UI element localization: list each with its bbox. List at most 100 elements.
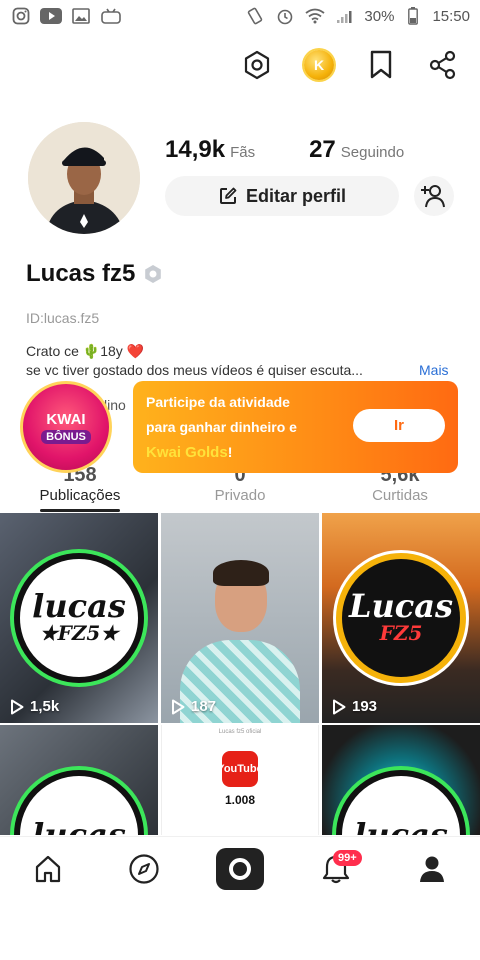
- video-thumbnail[interactable]: lucas ★FZ5★ 1,5k: [0, 513, 158, 723]
- promo-line-1: Participe da atividade: [146, 394, 290, 410]
- user-icon: [420, 856, 444, 882]
- video-thumbnail[interactable]: lucas: [322, 725, 480, 835]
- promo-go-button[interactable]: Ir: [353, 409, 445, 442]
- channel-logo: lucas ★FZ5★: [14, 553, 144, 683]
- share-icon: [429, 50, 456, 80]
- edit-profile-button[interactable]: Editar perfil: [165, 176, 399, 216]
- kwai-badge-title: KWAI: [46, 410, 86, 428]
- kwai-badge-sub: BÔNUS: [41, 429, 91, 444]
- nav-home[interactable]: [23, 844, 73, 894]
- gold-coin-icon: K: [304, 50, 334, 80]
- profile-tabs: 158 Publicações 0 Privado 5,6k Curtidas: [0, 464, 480, 512]
- camera-icon: [229, 857, 251, 880]
- alarm-icon: [274, 7, 296, 25]
- profile-stats: 14,9k Fãs 27 Seguindo: [165, 136, 404, 164]
- channel-logo: lucas: [336, 770, 466, 835]
- fans-label: Fãs: [230, 144, 256, 161]
- logo-top: Lucas: [349, 587, 453, 625]
- profile-name: Lucas fz5: [26, 260, 163, 288]
- youtube-icon: [40, 7, 62, 25]
- signal-icon: [334, 7, 356, 25]
- tab-publications[interactable]: 158 Publicações: [0, 464, 160, 512]
- verified-badge-icon[interactable]: [143, 264, 163, 284]
- channel-logo: Lucas FZ5: [336, 553, 466, 683]
- following-count: 27: [309, 136, 336, 163]
- battery-icon: [402, 7, 424, 25]
- bookmark-button[interactable]: [366, 50, 396, 80]
- promo-text: Participe da atividade para ganhar dinhe…: [146, 390, 297, 465]
- bottom-nav: 99+: [0, 836, 480, 900]
- more-link[interactable]: Mais: [419, 362, 449, 378]
- play-icon: [333, 699, 346, 714]
- edit-icon: [219, 187, 237, 204]
- kwai-gold-button[interactable]: K: [304, 50, 334, 80]
- clock: 15:50: [432, 7, 470, 25]
- profile-toolbar: K: [242, 50, 458, 80]
- video-thumbnail[interactable]: 187: [161, 513, 319, 723]
- kwai-bonus-badge[interactable]: KWAI BÔNUS: [20, 381, 112, 473]
- view-count-text: 1,5k: [30, 698, 60, 715]
- bio-line-2: se vc tiver gostado dos meus vídeos é qu…: [26, 362, 466, 378]
- promo-line-2: para ganhar dinheiro e: [146, 419, 297, 435]
- camera-button: [216, 847, 264, 890]
- play-icon: [11, 699, 24, 714]
- profile-name-text: Lucas fz5: [26, 260, 136, 287]
- add-user-icon: [421, 185, 445, 208]
- avatar[interactable]: [28, 122, 140, 234]
- logo-top: lucas: [32, 816, 126, 835]
- nav-notifications[interactable]: 99+: [311, 844, 362, 894]
- channel-logo: lucas: [14, 770, 144, 835]
- following-label: Seguindo: [340, 144, 405, 161]
- yt-subscriber-count: 1.008: [224, 793, 256, 807]
- video-thumbnail[interactable]: Lucas fz5 oficial YouTube 1.008: [161, 725, 319, 835]
- bio-line-2-text: se vc tiver gostado dos meus vídeos é qu…: [26, 362, 363, 378]
- video-thumbnail[interactable]: Lucas FZ5 193: [322, 513, 480, 723]
- fans-count: 14,9k: [165, 136, 226, 163]
- bookmark-icon: [370, 50, 392, 79]
- view-count-text: 187: [191, 698, 217, 715]
- youtube-card: Lucas fz5 oficial YouTube 1.008: [162, 725, 318, 835]
- promo-gold: Kwai Golds: [146, 444, 228, 461]
- nav-discover[interactable]: [119, 844, 169, 894]
- battery-percent: 30%: [364, 7, 395, 25]
- edit-profile-label: Editar perfil: [245, 185, 347, 206]
- view-count: 187: [171, 698, 216, 715]
- nav-profile[interactable]: [407, 844, 457, 894]
- play-icon: [172, 699, 185, 714]
- status-bar: 30% 15:50: [0, 0, 480, 32]
- view-count: 1,5k: [10, 698, 59, 715]
- share-button[interactable]: [428, 50, 458, 80]
- home-icon: [35, 855, 61, 882]
- settings-hexagon-icon: [244, 50, 270, 80]
- bilibili-icon: [100, 7, 122, 25]
- wifi-icon: [304, 7, 326, 25]
- youtube-logo-icon: YouTube: [217, 751, 263, 787]
- view-count: 193: [332, 698, 377, 715]
- notification-badge: 99+: [333, 849, 362, 866]
- user-id[interactable]: ID:lucas.fz5: [26, 310, 99, 326]
- add-friend-button[interactable]: [414, 176, 454, 216]
- person-photo: [180, 548, 300, 723]
- view-count-text: 193: [352, 698, 378, 715]
- tab-private[interactable]: 0 Privado: [160, 464, 320, 512]
- instagram-icon: [10, 7, 32, 25]
- bio-line-1: Crato ce 🌵18y ❤️: [26, 343, 145, 359]
- tab-publications-label: Publicações: [39, 487, 121, 504]
- gallery-icon: [70, 7, 92, 25]
- logo-bottom: ★FZ5★: [39, 621, 119, 645]
- following-stat[interactable]: 27 Seguindo: [309, 136, 404, 164]
- yt-caption: Lucas fz5 oficial: [218, 729, 262, 735]
- video-thumbnail[interactable]: lucas: [0, 725, 158, 835]
- nav-camera[interactable]: [215, 844, 265, 894]
- tab-likes[interactable]: 5,6k Curtidas: [320, 464, 480, 512]
- settings-button[interactable]: [242, 50, 272, 80]
- logo-top: lucas: [354, 816, 448, 835]
- logo-bottom: FZ5: [379, 621, 423, 645]
- compass-icon: [129, 853, 159, 884]
- fans-stat[interactable]: 14,9k Fãs: [165, 136, 255, 164]
- video-grid: lucas ★FZ5★ 1,5k 187 Lucas FZ5 193 lucas: [0, 513, 480, 835]
- promo-excl: !: [227, 444, 233, 460]
- tab-likes-label: Curtidas: [372, 487, 428, 504]
- promo-banner[interactable]: Participe da atividade para ganhar dinhe…: [133, 381, 458, 473]
- tab-private-label: Privado: [214, 487, 266, 504]
